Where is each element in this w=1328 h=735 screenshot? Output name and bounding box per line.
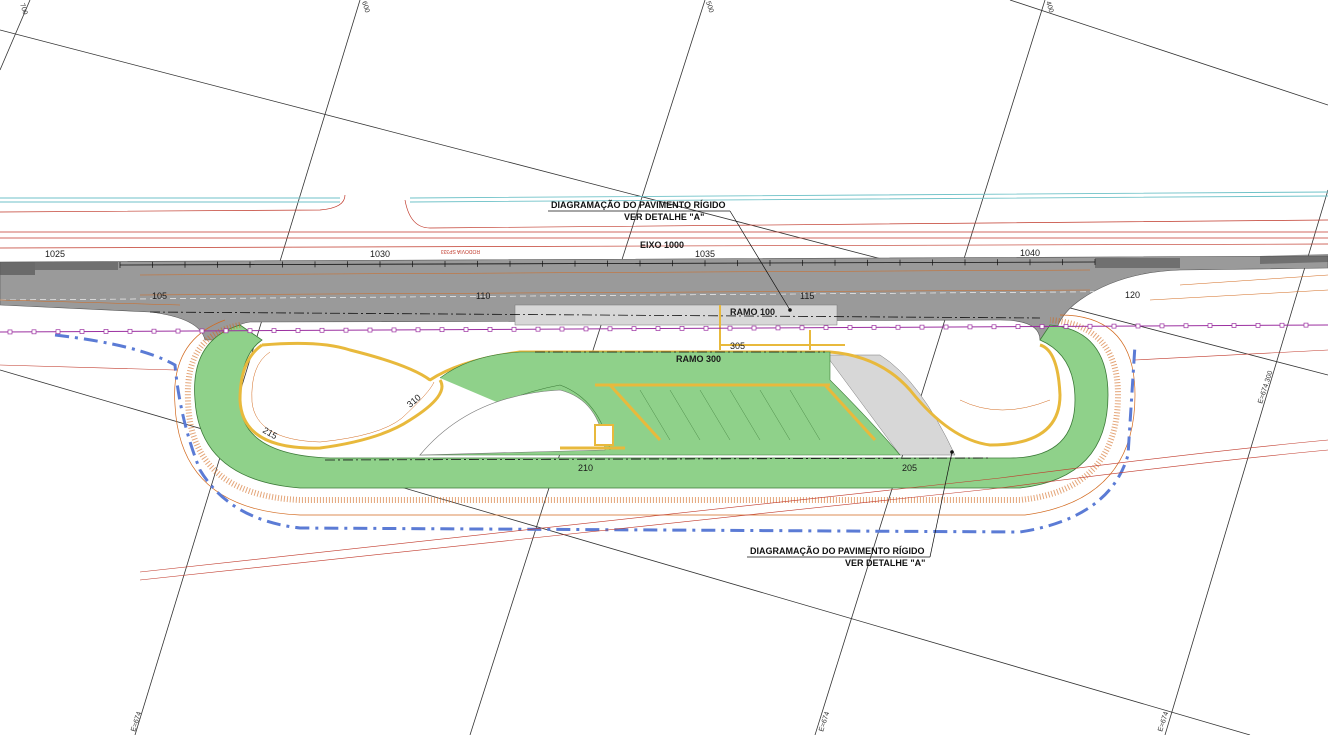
grid-label: 600 [360, 0, 370, 13]
survey-marker [367, 327, 373, 333]
interchange-plan: 700 600 500 400 E=674.300 E=674 E=674 E=… [0, 0, 1328, 735]
survey-marker [175, 328, 181, 334]
survey-marker [559, 326, 565, 332]
survey-marker [343, 327, 349, 333]
grid-label: E=674.300 [1257, 370, 1274, 405]
survey-marker [271, 328, 277, 333]
ramp-station: 210 [578, 463, 593, 473]
survey-marker [439, 327, 445, 333]
survey-marker [919, 324, 925, 330]
survey-marker [55, 329, 61, 335]
survey-marker [151, 328, 157, 334]
survey-marker [7, 329, 13, 335]
survey-marker [727, 325, 733, 331]
grid-label: E=674 [130, 711, 143, 733]
survey-marker [463, 327, 469, 332]
callout-line1: DIAGRAMAÇÃO DO PAVIMENTO RÍGIDO [750, 546, 925, 556]
survey-marker [583, 326, 589, 332]
ramp-station: 305 [730, 341, 745, 351]
survey-marker [31, 329, 37, 335]
drawing-canvas: 700 600 500 400 E=674.300 E=674 E=674 E=… [0, 0, 1328, 735]
survey-marker [1231, 323, 1237, 328]
axis-name: EIXO 1000 [640, 240, 684, 250]
ramp-name: RAMO 300 [676, 354, 721, 364]
survey-marker [1063, 324, 1069, 329]
survey-marker [967, 324, 973, 330]
survey-marker [991, 324, 997, 330]
axis-station: 1025 [45, 249, 65, 259]
survey-marker [79, 329, 85, 334]
survey-marker [895, 324, 901, 330]
survey-marker [1183, 323, 1189, 329]
survey-marker [751, 325, 757, 331]
survey-marker [943, 324, 949, 330]
axis-station: 1035 [695, 249, 715, 259]
survey-marker [319, 327, 325, 333]
survey-marker [631, 326, 637, 332]
survey-marker [1135, 323, 1141, 329]
survey-marker [799, 325, 805, 331]
ramp-station: 105 [152, 291, 167, 301]
survey-marker [679, 326, 685, 331]
survey-marker [1279, 322, 1285, 328]
survey-marker [127, 328, 133, 334]
callout-line2: VER DETALHE "A" [624, 212, 704, 222]
callout-line2: VER DETALHE "A" [845, 558, 925, 568]
survey-marker [1015, 324, 1021, 329]
survey-marker [655, 326, 661, 331]
survey-marker [103, 329, 109, 334]
survey-marker [535, 326, 541, 332]
ramp-name: RAMO 100 [730, 307, 775, 317]
axis-station: 1030 [370, 249, 390, 259]
axis-station: 1040 [1020, 248, 1040, 258]
survey-marker [1303, 322, 1309, 328]
survey-marker [415, 327, 421, 333]
grid-label: E=674 [818, 711, 831, 733]
survey-marker [775, 325, 781, 331]
survey-marker [295, 328, 301, 333]
survey-marker [1207, 323, 1213, 328]
survey-marker [607, 326, 613, 332]
survey-marker [871, 325, 877, 330]
survey-marker [1087, 323, 1093, 329]
ramp-station: 205 [902, 463, 917, 473]
survey-marker [1159, 323, 1165, 329]
survey-marker [847, 325, 853, 330]
survey-marker [1255, 323, 1261, 328]
ramp-station: 115 [800, 291, 814, 301]
survey-marker [1111, 323, 1117, 329]
grid-label: E=674 [1157, 711, 1170, 733]
survey-marker [391, 327, 397, 333]
survey-marker [511, 326, 517, 332]
survey-marker [247, 328, 253, 334]
survey-marker [1039, 324, 1045, 329]
survey-marker [823, 325, 829, 330]
grid-label: 700 [18, 2, 28, 15]
survey-marker [487, 327, 493, 332]
survey-marker [223, 328, 229, 334]
ramp-station: 120 [1125, 290, 1140, 300]
ramp-station: 110 [476, 291, 490, 301]
grid-label: 500 [704, 0, 714, 13]
callout-line1: DIAGRAMAÇÃO DO PAVIMENTO RÍGIDO [551, 200, 726, 210]
survey-marker [199, 328, 205, 334]
survey-marker [703, 325, 709, 331]
road-name: RODOVIA SP333 [441, 248, 480, 254]
